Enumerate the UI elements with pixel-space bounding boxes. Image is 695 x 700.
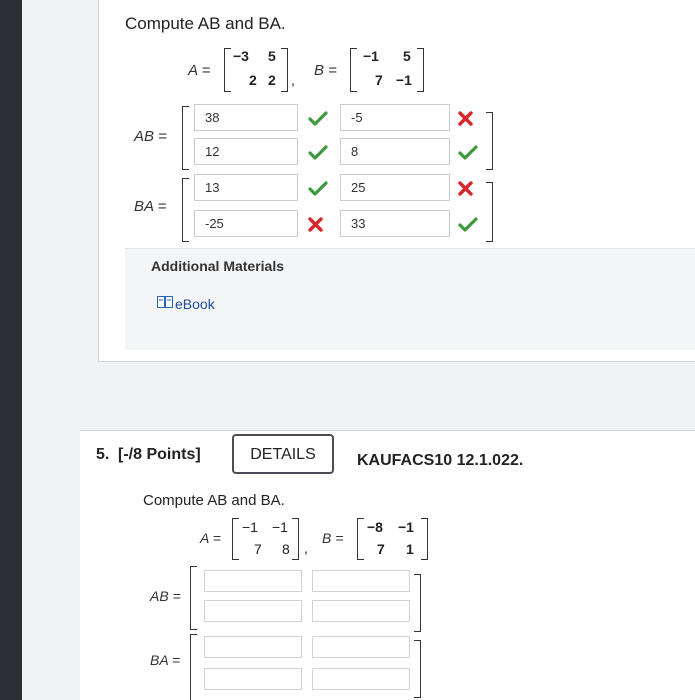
- q4-a-11: −3: [233, 48, 249, 64]
- q4-ab-bracket-right: [486, 112, 493, 170]
- q4-b-21: 7: [375, 72, 383, 88]
- q4-prompt: Compute AB and BA.: [125, 14, 286, 33]
- q5-number: 5.: [96, 446, 110, 463]
- q4-ba-21-cross-icon: [308, 217, 323, 237]
- q5-code: KAUFACS10 12.1.022.: [357, 452, 524, 469]
- q5-points: [-/8 Points]: [118, 446, 201, 463]
- additional-materials-heading: Additional Materials: [151, 258, 285, 274]
- q4-comma: ,: [291, 72, 295, 88]
- q4-b-12: 5: [403, 48, 411, 64]
- q5-ba-bracket-left: [190, 634, 197, 700]
- q5-ba-12-input[interactable]: [312, 636, 410, 658]
- q5-ba-22-input[interactable]: [312, 668, 410, 690]
- q5-a-bracket-left: [232, 518, 239, 560]
- q4-ba-bracket-left: [182, 178, 189, 242]
- ebook-link[interactable]: eBook: [175, 296, 215, 312]
- q4-ba-12-cross-icon: [458, 181, 473, 201]
- q4-a-bracket-left: [224, 48, 231, 92]
- q4-ba-21-input[interactable]: -25: [194, 210, 298, 237]
- q5-a-12: −1: [272, 519, 288, 535]
- q4-ba-label: BA =: [134, 198, 167, 215]
- q5-b-bracket-left: [357, 518, 364, 560]
- q5-a-22: 8: [282, 541, 290, 557]
- q4-ba-bracket-right: [486, 182, 493, 242]
- q5-ab-bracket-right: [414, 574, 421, 632]
- q5-ba-11-input[interactable]: [204, 636, 302, 658]
- q4-a-22: 2: [268, 72, 276, 88]
- q5-ab-label: AB =: [150, 588, 181, 604]
- q5-a-11: −1: [242, 519, 258, 535]
- q5-ba-21-input[interactable]: [204, 668, 302, 690]
- q4-ab-11-input[interactable]: 38: [194, 104, 298, 131]
- q4-a-bracket-right: [281, 48, 288, 92]
- q4-a-12: 5: [268, 48, 276, 64]
- q4-a-label: A =: [188, 62, 211, 79]
- q5-ba-bracket-right: [414, 640, 421, 698]
- q5-a-bracket-right: [292, 518, 299, 560]
- q5-b-21: 7: [377, 541, 385, 557]
- q4-ab-22-check-icon: [458, 145, 478, 165]
- q4-a-21: 2: [249, 72, 257, 88]
- q5-b-22: 1: [406, 541, 414, 557]
- q5-ab-22-input[interactable]: [312, 600, 410, 622]
- q5-b-bracket-right: [421, 518, 428, 560]
- q5-a-21: 7: [254, 541, 262, 557]
- q4-ab-bracket-left: [182, 106, 189, 170]
- q4-ab-11-check-icon: [308, 111, 328, 131]
- q5-prompt: Compute AB and BA.: [143, 492, 285, 509]
- q4-b-bracket-right: [417, 48, 424, 92]
- q5-b-11: −8: [367, 519, 383, 535]
- q5-comma: ,: [304, 540, 308, 556]
- q4-ba-11-input[interactable]: 13: [194, 174, 298, 201]
- q4-ab-21-check-icon: [308, 145, 328, 165]
- q5-ab-bracket-left: [190, 566, 197, 630]
- q4-ba-22-input[interactable]: 33: [340, 210, 450, 237]
- q4-b-label: B =: [314, 62, 337, 79]
- q4-ab-12-input[interactable]: -5: [340, 104, 450, 131]
- q5-b-12: −1: [398, 519, 414, 535]
- q5-ab-11-input[interactable]: [204, 570, 302, 592]
- q4-ab-12-cross-icon: [458, 111, 473, 131]
- details-button[interactable]: DETAILS: [232, 434, 334, 474]
- q5-ab-21-input[interactable]: [204, 600, 302, 622]
- q4-ab-21-input[interactable]: 12: [194, 138, 298, 165]
- q4-ab-22-input[interactable]: 8: [340, 138, 450, 165]
- q4-ba-11-check-icon: [308, 181, 328, 201]
- q5-b-label: B =: [322, 530, 344, 546]
- q4-b-11: −1: [363, 48, 379, 64]
- q4-ba-12-input[interactable]: 25: [340, 174, 450, 201]
- q4-b-bracket-left: [350, 48, 357, 92]
- book-icon: [157, 296, 173, 309]
- q4-ba-22-check-icon: [458, 217, 478, 237]
- q5-ba-label: BA =: [150, 652, 181, 668]
- q4-b-22: −1: [396, 72, 412, 88]
- q5-a-label: A =: [200, 530, 221, 546]
- q5-ab-12-input[interactable]: [312, 570, 410, 592]
- q4-ab-label: AB =: [134, 128, 167, 145]
